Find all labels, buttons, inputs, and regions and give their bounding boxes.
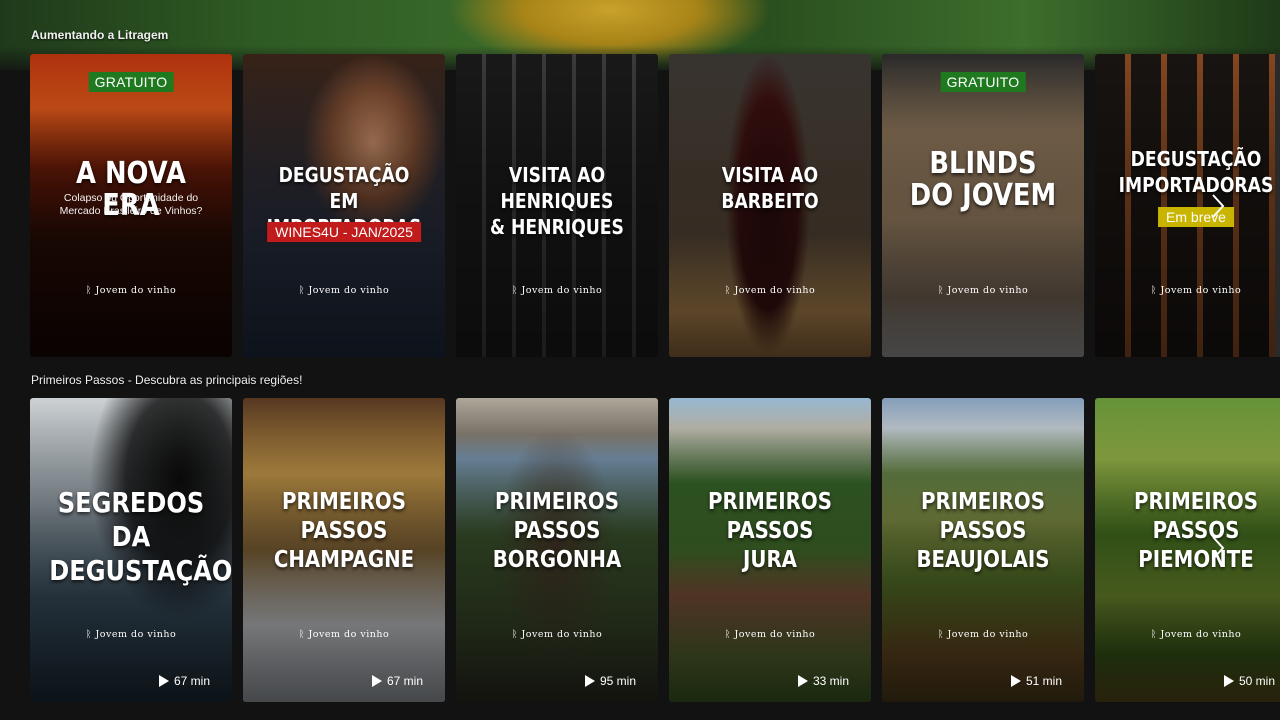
grape-logo-icon: ᚱ [298,285,305,296]
course-card-henriques[interactable]: VISITA AO HENRIQUES & HENRIQUES ᚱ Jovem … [456,54,658,357]
course-card-blinds-do-jovem[interactable]: GRATUITO BLINDS DO JOVEM ᚱ Jovem do vinh… [882,54,1084,357]
play-icon [797,675,808,687]
carousel-aumentando-litragem: GRATUITO A NOVA ERA Colapso ou Oportunid… [30,54,1280,357]
play-icon [371,675,382,687]
brand-logo: ᚱ Jovem do vinho [298,285,390,296]
card-title: VISITA AO HENRIQUES & HENRIQUES [490,163,624,239]
video-duration: 95 min [584,674,636,688]
carousel-next-button[interactable] [1206,528,1230,568]
carousel-next-button[interactable] [1206,186,1230,226]
brand-logo: ᚱ Jovem do vinho [511,285,603,296]
grape-logo-icon: ᚱ [1150,629,1157,640]
grape-logo-icon: ᚱ [511,629,518,640]
card-title: DEGUSTAÇÃO IMPORTADORAS [1118,147,1274,197]
card-subtitle: Colapso ou Oportunidade do Mercado Brasi… [59,192,203,217]
grape-logo-icon: ᚱ [937,629,944,640]
video-duration: 50 min [1223,674,1275,688]
video-duration: 33 min [797,674,849,688]
brand-logo: ᚱ Jovem do vinho [1150,285,1242,296]
card-title: PRIMEIROS PASSOS JURA [708,489,832,573]
free-badge: GRATUITO [88,72,174,92]
brand-logo: ᚱ Jovem do vinho [1150,629,1242,640]
grape-logo-icon: ᚱ [724,285,731,296]
brand-logo: ᚱ Jovem do vinho [511,629,603,640]
video-duration: 67 min [371,674,423,688]
brand-logo: ᚱ Jovem do vinho [724,285,816,296]
course-card-segredos-degustacao[interactable]: SEGREDOS DA DEGUSTAÇÃO ᚱ Jovem do vinho … [30,398,232,702]
brand-logo: ᚱ Jovem do vinho [937,629,1029,640]
play-icon [584,675,595,687]
brand-logo: ᚱ Jovem do vinho [298,629,390,640]
chevron-right-icon [1212,536,1225,560]
play-icon [158,675,169,687]
course-card-barbeito[interactable]: VISITA AO BARBEITO ᚱ Jovem do vinho [669,54,871,357]
grape-logo-icon: ᚱ [1150,285,1157,296]
grape-logo-icon: ᚱ [511,285,518,296]
scrollbar-edge[interactable] [1275,54,1280,357]
play-icon [1223,675,1234,687]
course-card-a-nova-era[interactable]: GRATUITO A NOVA ERA Colapso ou Oportunid… [30,54,232,357]
grape-logo-icon: ᚱ [298,629,305,640]
row-title-aumentando: Aumentando a Litragem [31,28,169,42]
grape-logo-icon: ᚱ [85,629,92,640]
course-card-piemonte[interactable]: PRIMEIROS PASSOS PIEMONTE ᚱ Jovem do vin… [1095,398,1280,702]
grape-logo-icon: ᚱ [937,285,944,296]
card-title: PRIMEIROS PASSOS BORGONHA [492,489,622,573]
course-card-borgonha[interactable]: PRIMEIROS PASSOS BORGONHA ᚱ Jovem do vin… [456,398,658,702]
course-card-degustacao-importadoras[interactable]: DEGUSTAÇÃO EM IMPORTADORAS WINES4U - JAN… [243,54,445,357]
video-duration: 67 min [158,674,210,688]
card-title: BLINDS DO JOVEM [909,146,1057,213]
brand-logo: ᚱ Jovem do vinho [85,285,177,296]
course-card-jura[interactable]: PRIMEIROS PASSOS JURA ᚱ Jovem do vinho 3… [669,398,871,702]
grape-logo-icon: ᚱ [724,629,731,640]
course-card-degustacao-importadoras-2[interactable]: DEGUSTAÇÃO IMPORTADORAS Em breve ᚱ Jovem… [1095,54,1280,357]
card-title: PRIMEIROS PASSOS BEAUJOLAIS [916,489,1050,573]
video-duration: 51 min [1010,674,1062,688]
brand-logo: ᚱ Jovem do vinho [85,629,177,640]
grape-logo-icon: ᚱ [85,285,92,296]
carousel-primeiros-passos: SEGREDOS DA DEGUSTAÇÃO ᚱ Jovem do vinho … [30,398,1280,702]
card-overlay [1095,54,1280,357]
free-badge: GRATUITO [940,72,1026,92]
course-card-champagne[interactable]: PRIMEIROS PASSOS CHAMPAGNE ᚱ Jovem do vi… [243,398,445,702]
brand-logo: ᚱ Jovem do vinho [724,629,816,640]
row-title-primeiros-passos: Primeiros Passos - Descubra as principai… [31,373,303,387]
play-icon [1010,675,1021,687]
card-title: PRIMEIROS PASSOS CHAMPAGNE [273,489,415,573]
event-tag: WINES4U - JAN/2025 [267,222,421,242]
course-card-beaujolais[interactable]: PRIMEIROS PASSOS BEAUJOLAIS ᚱ Jovem do v… [882,398,1084,702]
chevron-right-icon [1212,194,1225,218]
card-title: PRIMEIROS PASSOS PIEMONTE [1134,489,1258,573]
brand-logo: ᚱ Jovem do vinho [937,285,1029,296]
card-title: SEGREDOS DA DEGUSTAÇÃO [49,486,232,587]
card-title: VISITA AO BARBEITO [721,163,819,213]
